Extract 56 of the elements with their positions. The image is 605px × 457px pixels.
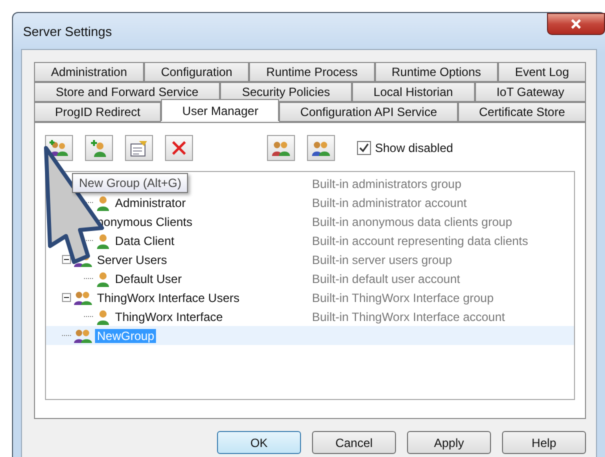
- close-icon: [570, 19, 582, 29]
- tree-item-label: Server Users: [96, 252, 168, 266]
- people-icon: [311, 139, 331, 157]
- description-text: Built-in default user account: [312, 272, 462, 286]
- collapse-icon[interactable]: [62, 293, 71, 302]
- dialog-button[interactable]: OK: [217, 431, 301, 454]
- tree-row[interactable]: Default User Built-in default user account: [46, 269, 574, 288]
- dialog-button[interactable]: Help: [502, 431, 586, 454]
- tooltip: New Group (Alt+G): [72, 173, 188, 193]
- tab[interactable]: Local Historian: [352, 82, 475, 102]
- description-text: Built-in ThingWorx Interface group: [312, 290, 495, 304]
- person-icon: [96, 194, 110, 210]
- tree-item-label: NewGroup: [95, 328, 156, 342]
- description-text: Built-in server users group: [312, 252, 454, 266]
- person-icon: [96, 232, 110, 248]
- close-icon: [171, 140, 187, 156]
- add-person-icon: [90, 139, 108, 157]
- toolbar-button[interactable]: [125, 135, 153, 161]
- toolbar-button[interactable]: [165, 135, 193, 161]
- tab[interactable]: Configuration: [144, 62, 250, 82]
- people-icon: [74, 290, 92, 306]
- tab[interactable]: Certificate Store: [458, 102, 586, 122]
- tree-item-label: Data Client: [114, 234, 176, 248]
- tab[interactable]: Runtime Options: [374, 62, 498, 82]
- tab[interactable]: Configuration API Service: [279, 102, 458, 122]
- tab[interactable]: Security Policies: [220, 82, 352, 102]
- tree-item-label: Administrator: [114, 196, 187, 210]
- person-icon: [96, 308, 110, 324]
- tree-row[interactable]: ThingWorx Interface Users Built-in ThingWorx Interface group: [46, 288, 574, 307]
- description-text: Built-in anonymous data clients group: [312, 214, 514, 228]
- tree-row[interactable]: ThingWorx Interface Built-in ThingWorx Interface account: [46, 307, 574, 326]
- dialog-button[interactable]: Cancel: [312, 431, 396, 454]
- people-icon: [271, 139, 291, 157]
- toolbar-button[interactable]: [307, 135, 335, 161]
- tab[interactable]: Event Log: [498, 62, 586, 82]
- tab[interactable]: ProgID Redirect: [34, 102, 162, 122]
- tree-item-label: ThingWorx Interface Users: [96, 290, 240, 304]
- tab[interactable]: Store and Forward Service: [34, 82, 220, 102]
- tree-item-label: ThingWorx Interface: [114, 310, 224, 324]
- tab[interactable]: Administration: [34, 62, 144, 82]
- person-icon: [96, 270, 110, 286]
- description-text: Built-in ThingWorx Interface account: [312, 310, 506, 324]
- checkmark-icon: [359, 143, 369, 153]
- people-icon: [74, 328, 92, 344]
- window-title: Server Settings: [23, 24, 112, 38]
- tree-item-label: Default User: [114, 272, 183, 286]
- collapse-icon[interactable]: [62, 255, 71, 264]
- tab[interactable]: User Manager: [161, 99, 280, 121]
- tab[interactable]: IoT Gateway: [474, 82, 586, 102]
- description-text: Built-in administrator account: [312, 196, 468, 210]
- tab[interactable]: Runtime Process: [249, 62, 375, 82]
- properties-icon: [129, 139, 149, 157]
- dialog-button[interactable]: Apply: [407, 431, 491, 454]
- toolbar-button[interactable]: [267, 135, 295, 161]
- close-button[interactable]: [547, 13, 605, 35]
- description-text: Built-in account representing data clients: [312, 234, 530, 248]
